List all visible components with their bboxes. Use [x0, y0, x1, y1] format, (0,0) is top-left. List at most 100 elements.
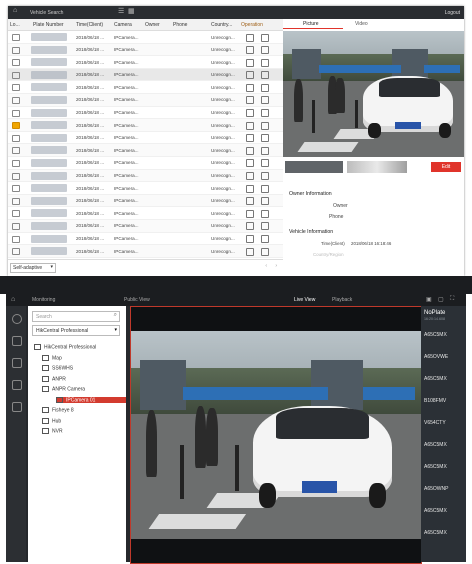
public-view-label[interactable]: Public View — [124, 297, 150, 303]
view-icon[interactable] — [246, 71, 254, 80]
plate-list-item[interactable]: A65OWNP — [424, 486, 464, 493]
plate-list-item[interactable]: A65C5MX — [424, 464, 464, 471]
prev-page-icon[interactable]: ‹ — [265, 263, 267, 269]
tree-item[interactable]: Fisheye 8 — [42, 407, 74, 413]
plate-list-item[interactable]: A65C5MX — [424, 508, 464, 515]
export-icon[interactable] — [261, 197, 269, 206]
col-time[interactable]: Time(Client) — [76, 22, 103, 28]
table-row[interactable]: 2018/06/18 ... IPCamera... Unrecogn... — [8, 207, 283, 220]
edit-button[interactable]: Edit — [431, 162, 461, 172]
export-icon[interactable] — [261, 33, 269, 42]
plate-list-item[interactable]: A65C5MX — [424, 442, 464, 449]
next-page-icon[interactable]: › — [275, 263, 277, 269]
tree-item[interactable]: ANPR — [42, 375, 66, 382]
table-row[interactable]: 2018/06/18 ... IPCamera... Unrecogn... — [8, 68, 283, 82]
col-owner[interactable]: Owner — [145, 22, 160, 28]
tree-item[interactable]: NVR — [42, 428, 63, 434]
view-icon[interactable] — [246, 96, 254, 105]
export-icon[interactable] — [261, 209, 269, 218]
menu-icon[interactable]: ☰ — [118, 7, 124, 15]
plate-list-item[interactable]: V654CTY — [424, 420, 464, 427]
camera-icon[interactable] — [12, 336, 22, 346]
view-icon[interactable] — [246, 222, 254, 231]
live-view-pane[interactable] — [130, 306, 422, 564]
grid-icon[interactable]: ▦ — [128, 7, 135, 15]
table-row[interactable]: 2018/06/18 ... IPCamera... Unrecogn... — [8, 119, 283, 132]
export-icon[interactable] — [261, 146, 269, 155]
tab-playback[interactable]: Playback — [332, 297, 352, 303]
home-icon[interactable]: ⌂ — [11, 296, 15, 303]
export-icon[interactable] — [261, 109, 269, 118]
view-icon[interactable] — [246, 58, 254, 67]
site-select[interactable]: HikCentral Professional ▾ — [32, 325, 120, 336]
view-icon[interactable] — [246, 159, 254, 168]
view-icon[interactable] — [246, 209, 254, 218]
home-icon[interactable]: ⌂ — [13, 7, 17, 14]
export-icon[interactable] — [261, 83, 269, 92]
export-icon[interactable] — [261, 172, 269, 181]
table-row[interactable]: 2018/06/18 ... IPCamera... Unrecogn... — [8, 93, 283, 107]
table-row[interactable]: 2018/06/18 ... IPCamera... Unrecogn... — [8, 144, 283, 157]
list-icon[interactable] — [12, 380, 22, 390]
tab-video[interactable]: Video — [355, 21, 368, 27]
export-icon[interactable] — [261, 58, 269, 67]
layout-icon[interactable]: ▣ — [426, 296, 432, 303]
tree-item[interactable]: HikCentral Professional — [34, 344, 96, 350]
plate-list-item[interactable]: A65OVWE — [424, 354, 464, 361]
tree-item[interactable]: IPCamera 01 — [56, 396, 126, 403]
col-plate[interactable]: Plate Number — [33, 22, 64, 28]
export-icon[interactable] — [261, 71, 269, 80]
table-row[interactable]: 2018/06/18 ... IPCamera... Unrecogn... — [8, 31, 283, 44]
search-nav-icon[interactable] — [12, 358, 22, 368]
view-icon[interactable] — [246, 109, 254, 118]
fullscreen-icon[interactable]: ⛶ — [450, 296, 454, 303]
table-row[interactable]: 2018/06/18 ... IPCamera... Unrecogn... — [8, 233, 283, 246]
table-row[interactable]: 2018/06/18 ... IPCamera... Unrecogn... — [8, 169, 283, 183]
col-country[interactable]: Country... — [211, 22, 232, 28]
plate-list-item[interactable]: NoPlate 16:20:14.608 — [424, 310, 464, 321]
tree-item[interactable]: SS6WHS — [42, 365, 73, 371]
tree-item[interactable]: Map — [42, 354, 62, 361]
table-row[interactable]: 2018/06/18 ... IPCamera... Unrecogn... — [8, 219, 283, 233]
plate-list-item[interactable]: A65C5MX — [424, 376, 464, 383]
view-icon[interactable] — [246, 46, 254, 55]
table-row[interactable]: 2018/06/18 ... IPCamera... Unrecogn... — [8, 182, 283, 195]
export-icon[interactable] — [261, 159, 269, 168]
tree-item[interactable]: Hub — [42, 417, 61, 424]
export-icon[interactable] — [261, 46, 269, 55]
table-row[interactable]: 2018/06/18 ... IPCamera... Unrecogn... — [8, 43, 283, 57]
view-icon[interactable] — [246, 83, 254, 92]
tab-live-view[interactable]: Live View — [294, 297, 315, 303]
logout-button[interactable]: Logout — [445, 10, 460, 16]
col-operation[interactable]: Operation — [241, 22, 263, 28]
plate-list-item[interactable]: B108FMV — [424, 398, 464, 405]
table-row[interactable]: 2018/06/18 ... IPCamera... Unrecogn... — [8, 107, 283, 120]
view-icon[interactable] — [246, 235, 254, 243]
col-phone[interactable]: Phone — [173, 22, 187, 28]
export-icon[interactable] — [261, 222, 269, 231]
search-input[interactable]: Search ⌕ — [32, 311, 120, 322]
view-icon[interactable] — [246, 172, 254, 181]
table-row[interactable]: 2018/06/18 ... IPCamera... Unrecogn... — [8, 157, 283, 170]
export-icon[interactable] — [261, 247, 269, 256]
view-icon[interactable] — [246, 33, 254, 42]
view-icon[interactable] — [246, 134, 254, 143]
tree-item[interactable]: ANPR Camera — [42, 386, 85, 392]
view-icon[interactable] — [246, 184, 254, 193]
export-icon[interactable] — [261, 134, 269, 143]
export-icon[interactable] — [261, 184, 269, 193]
view-icon[interactable] — [246, 197, 254, 206]
table-row[interactable]: 2018/06/18 ... IPCamera... Unrecogn... — [8, 56, 283, 69]
view-icon[interactable] — [246, 247, 254, 256]
export-icon[interactable] — [261, 96, 269, 105]
table-row[interactable]: 2018/06/18 ... IPCamera... Unrecogn... — [8, 245, 283, 258]
plate-list-item[interactable]: A65C5MX — [424, 332, 464, 339]
col-lo[interactable]: Lo... — [10, 22, 20, 28]
table-row[interactable]: 2018/06/18 ... IPCamera... Unrecogn... — [8, 81, 283, 94]
person-icon[interactable] — [12, 402, 22, 412]
table-row[interactable]: 2018/06/18 ... IPCamera... Unrecogn... — [8, 132, 283, 145]
tab-picture[interactable]: Picture — [303, 21, 319, 27]
globe-icon[interactable] — [12, 314, 22, 324]
col-camera[interactable]: Camera — [114, 22, 132, 28]
layout-select[interactable]: Self-adaptive ▾ — [10, 263, 56, 273]
